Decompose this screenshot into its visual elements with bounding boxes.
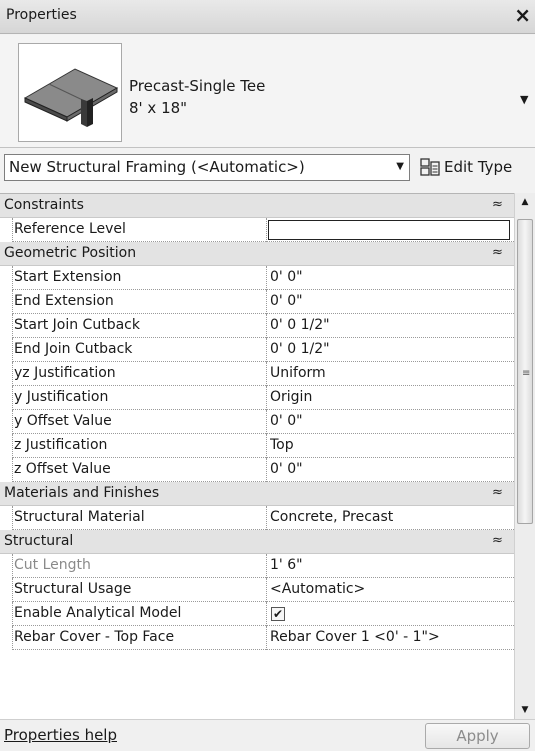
panel-title: Properties — [6, 7, 77, 23]
property-row[interactable]: End Join Cutback 0' 0 1/2" — [0, 338, 514, 362]
type-size: 8' x 18" — [129, 99, 188, 117]
property-value[interactable]: 0' 0" — [270, 413, 510, 429]
property-value[interactable]: Uniform — [270, 365, 510, 381]
collapse-icon[interactable]: ≈ — [492, 197, 503, 212]
instance-filter-select[interactable]: New Structural Framing (<Automatic>) ▼ — [4, 154, 410, 181]
property-row[interactable]: Structural Usage <Automatic> — [0, 578, 514, 602]
property-name: Start Join Cutback — [14, 317, 140, 333]
property-row[interactable]: Start Extension 0' 0" — [0, 266, 514, 290]
property-value: 1' 6" — [270, 557, 303, 573]
property-value[interactable]: 0' 0" — [270, 269, 510, 285]
reference-level-field[interactable] — [268, 220, 510, 240]
property-row[interactable]: z Offset Value 0' 0" — [0, 458, 514, 482]
group-label: Constraints — [4, 197, 84, 213]
property-row[interactable]: z Justification Top — [0, 434, 514, 458]
group-structural[interactable]: Structural ≈ — [0, 530, 514, 554]
scroll-up-icon[interactable]: ▲ — [515, 193, 535, 211]
property-row[interactable]: y Justification Origin — [0, 386, 514, 410]
property-name: Structural Material — [14, 509, 145, 525]
property-value[interactable]: Top — [270, 437, 510, 453]
properties-grid: Constraints ≈ Reference Level Geometric … — [0, 193, 514, 720]
group-label: Geometric Position — [4, 245, 137, 261]
property-value[interactable]: 0' 0 1/2" — [270, 341, 510, 357]
grip-icon: ≡ — [522, 368, 531, 379]
property-row[interactable]: Rebar Cover - Top Face Rebar Cover 1 <0'… — [0, 626, 514, 650]
property-value[interactable]: Origin — [270, 389, 510, 405]
scroll-down-icon[interactable]: ▼ — [515, 701, 535, 719]
property-row[interactable]: yz Justification Uniform — [0, 362, 514, 386]
type-selector[interactable]: Precast-Single Tee 8' x 18" ▼ — [0, 35, 535, 148]
property-row[interactable]: Structural Material Concrete, Precast — [0, 506, 514, 530]
type-dropdown-icon[interactable]: ▼ — [520, 93, 528, 106]
property-row[interactable]: y Offset Value 0' 0" — [0, 410, 514, 434]
property-row: Cut Length 1' 6" — [0, 554, 514, 578]
property-name: Cut Length — [14, 557, 91, 573]
collapse-icon[interactable]: ≈ — [492, 533, 503, 548]
group-materials-and-finishes[interactable]: Materials and Finishes ≈ — [0, 482, 514, 506]
property-name: Start Extension — [14, 269, 122, 285]
apply-button[interactable]: Apply — [425, 723, 530, 749]
edit-type-label: Edit Type — [444, 158, 513, 176]
grid-scrollbar[interactable]: ▲ ≡ ▼ — [514, 193, 535, 719]
group-constraints[interactable]: Constraints ≈ — [0, 194, 514, 218]
property-name: Rebar Cover - Top Face — [14, 629, 175, 645]
property-name: z Offset Value — [14, 461, 111, 477]
properties-footer: Properties help Apply — [0, 719, 535, 751]
property-name: y Offset Value — [14, 413, 112, 429]
property-value[interactable]: 0' 0" — [270, 293, 510, 309]
property-name: Structural Usage — [14, 581, 132, 597]
close-icon[interactable]: × — [514, 3, 531, 27]
group-label: Structural — [4, 533, 74, 549]
instance-filter-value: New Structural Framing (<Automatic>) — [9, 158, 305, 176]
property-name: Enable Analytical Model — [14, 605, 182, 621]
chevron-down-icon[interactable]: ▼ — [396, 161, 404, 172]
property-value[interactable]: 0' 0 1/2" — [270, 317, 510, 333]
property-value[interactable]: Rebar Cover 1 <0' - 1"> — [270, 629, 510, 645]
collapse-icon[interactable]: ≈ — [492, 245, 503, 260]
property-name: yz Justification — [14, 365, 116, 381]
properties-help-link[interactable]: Properties help — [4, 726, 117, 744]
property-name: z Justification — [14, 437, 108, 453]
property-row[interactable]: Start Join Cutback 0' 0 1/2" — [0, 314, 514, 338]
properties-title-bar: Properties × — [0, 0, 535, 34]
precast-tee-thumbnail-icon — [18, 43, 122, 142]
property-row[interactable]: End Extension 0' 0" — [0, 290, 514, 314]
property-value[interactable]: Concrete, Precast — [270, 509, 510, 525]
edit-type-icon — [420, 158, 440, 180]
collapse-icon[interactable]: ≈ — [492, 485, 503, 500]
edit-type-button[interactable]: Edit Type — [418, 153, 535, 181]
property-row[interactable]: Reference Level — [0, 218, 514, 242]
property-name: y Justification — [14, 389, 109, 405]
property-name: Reference Level — [14, 221, 126, 237]
scrollbar-thumb[interactable]: ≡ — [517, 219, 533, 524]
family-name: Precast-Single Tee — [129, 77, 266, 95]
property-value[interactable]: 0' 0" — [270, 461, 510, 477]
property-row[interactable]: Enable Analytical Model ✔ — [0, 602, 514, 626]
group-geometric-position[interactable]: Geometric Position ≈ — [0, 242, 514, 266]
property-name: End Join Cutback — [14, 341, 133, 357]
property-name: End Extension — [14, 293, 114, 309]
enable-analytical-model-checkbox[interactable]: ✔ — [271, 607, 285, 621]
group-label: Materials and Finishes — [4, 485, 160, 501]
property-value[interactable]: <Automatic> — [270, 581, 510, 597]
